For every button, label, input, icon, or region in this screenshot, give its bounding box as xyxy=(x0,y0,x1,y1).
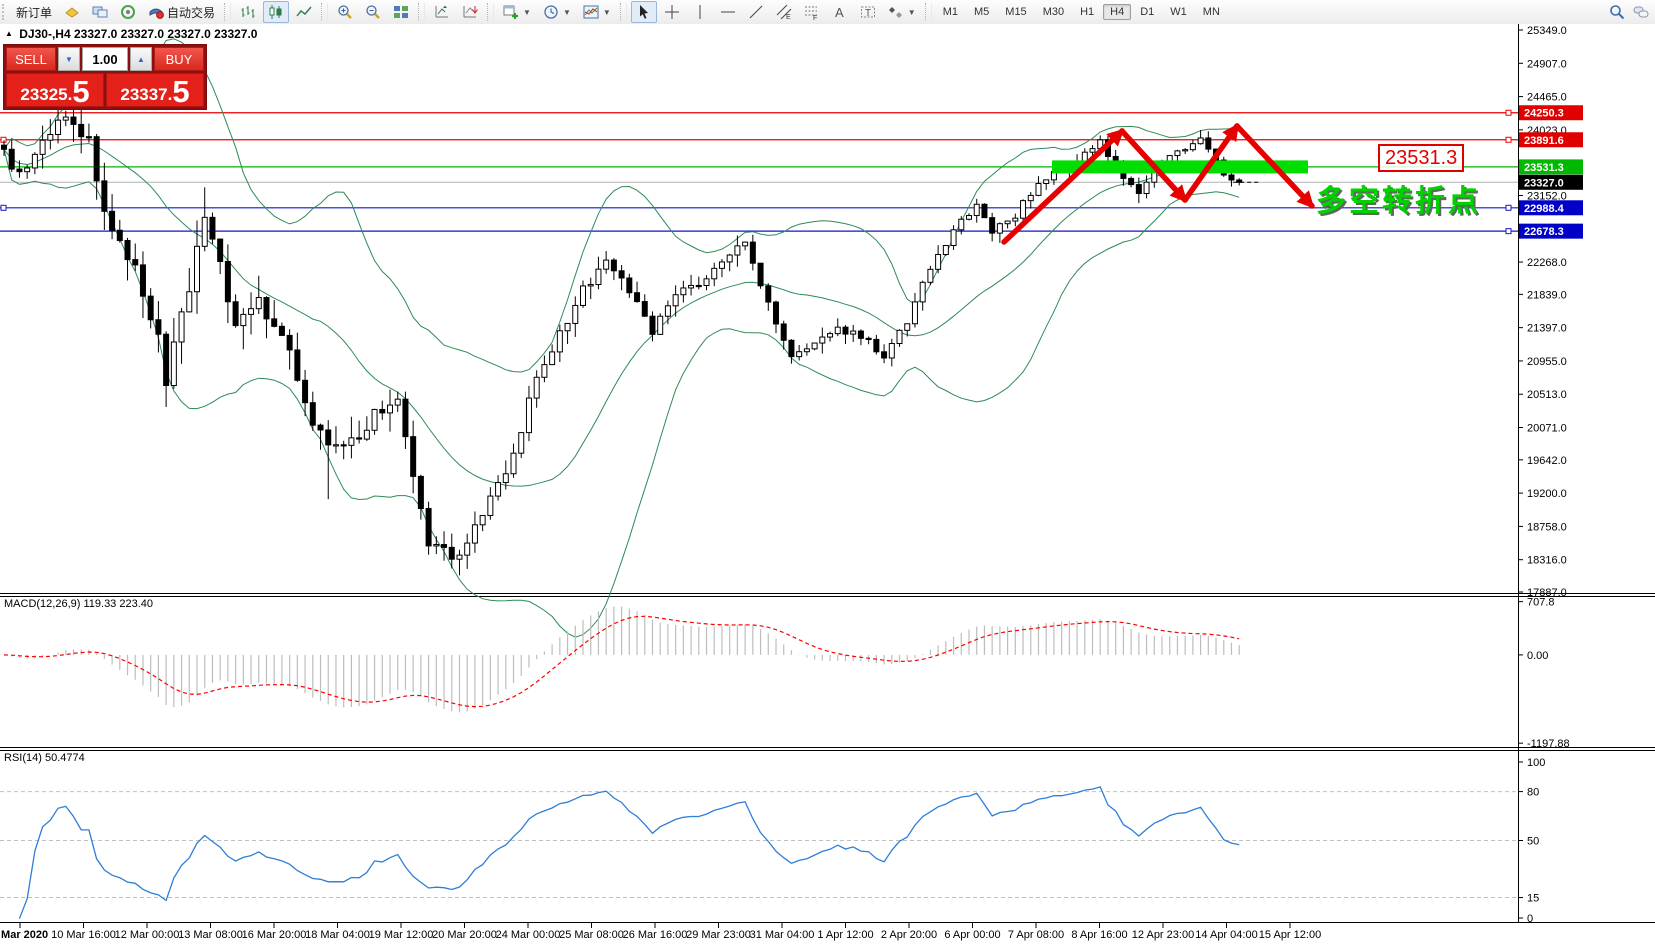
svg-text:50: 50 xyxy=(1527,836,1539,848)
sell-button[interactable]: SELL xyxy=(6,47,56,71)
sell-price-big: 5 xyxy=(72,79,89,105)
svg-text:19 Mar 12:00: 19 Mar 12:00 xyxy=(369,929,434,941)
chart-symbol-period: DJ30-,H4 xyxy=(19,27,70,41)
buy-price-main: 23337 xyxy=(120,86,167,103)
svg-text:14 Apr 04:00: 14 Apr 04:00 xyxy=(1195,929,1257,941)
chinese-annotation: 多空转折点 xyxy=(1316,176,1481,220)
svg-text:26 Mar 16:00: 26 Mar 16:00 xyxy=(623,929,688,941)
one-click-trading-panel: SELL ▼ 1.00 ▲ BUY 23325.5 23337.5 xyxy=(3,44,207,110)
svg-text:12 Mar 00:00: 12 Mar 00:00 xyxy=(115,929,180,941)
volume-increase-button[interactable]: ▲ xyxy=(130,47,152,71)
svg-text:23531.3: 23531.3 xyxy=(1524,162,1564,174)
svg-text:18 Mar 04:00: 18 Mar 04:00 xyxy=(305,929,370,941)
svg-text:20071.0: 20071.0 xyxy=(1527,423,1567,435)
svg-text:20955.0: 20955.0 xyxy=(1527,356,1567,368)
svg-text:100: 100 xyxy=(1527,757,1545,769)
svg-text:15 Apr 12:00: 15 Apr 12:00 xyxy=(1259,929,1321,941)
svg-text:8 Apr 16:00: 8 Apr 16:00 xyxy=(1071,929,1127,941)
sell-price-display[interactable]: 23325.5 xyxy=(6,73,104,107)
buy-price-big: 5 xyxy=(172,79,189,105)
line-anchor xyxy=(1506,229,1511,234)
svg-text:23327.0: 23327.0 xyxy=(1524,177,1564,189)
svg-text:13 Mar 08:00: 13 Mar 08:00 xyxy=(178,929,243,941)
svg-text:18316.0: 18316.0 xyxy=(1527,555,1567,567)
svg-text:80: 80 xyxy=(1527,787,1539,799)
svg-text:31 Mar 04:00: 31 Mar 04:00 xyxy=(750,929,815,941)
svg-text:10 Mar 16:00: 10 Mar 16:00 xyxy=(51,929,116,941)
svg-text:7 Apr 08:00: 7 Apr 08:00 xyxy=(1008,929,1064,941)
svg-text:24907.0: 24907.0 xyxy=(1527,58,1567,70)
line-anchor xyxy=(1506,205,1511,210)
line-anchor xyxy=(1506,110,1511,115)
price-annotation-box: 23531.3 xyxy=(1378,144,1464,172)
svg-text:19642.0: 19642.0 xyxy=(1527,455,1567,467)
svg-text:6 Apr 00:00: 6 Apr 00:00 xyxy=(944,929,1000,941)
svg-text:16 Mar 20:00: 16 Mar 20:00 xyxy=(242,929,307,941)
svg-text:29 Mar 23:00: 29 Mar 23:00 xyxy=(686,929,751,941)
svg-text:12 Apr 23:00: 12 Apr 23:00 xyxy=(1132,929,1194,941)
svg-text:707.8: 707.8 xyxy=(1527,597,1555,609)
svg-text:25349.0: 25349.0 xyxy=(1527,25,1567,37)
buy-button[interactable]: BUY xyxy=(154,47,204,71)
svg-text:25 Mar 08:00: 25 Mar 08:00 xyxy=(559,929,624,941)
svg-text:2 Apr 20:00: 2 Apr 20:00 xyxy=(881,929,937,941)
svg-text:20513.0: 20513.0 xyxy=(1527,389,1567,401)
buy-price-display[interactable]: 23337.5 xyxy=(106,73,204,107)
svg-text:20 Mar 20:00: 20 Mar 20:00 xyxy=(432,929,497,941)
svg-text:24 Mar 00:00: 24 Mar 00:00 xyxy=(496,929,561,941)
chart-plot[interactable]: 25349.024907.024465.024023.023152.022268… xyxy=(0,0,1655,944)
sell-price-main: 23325 xyxy=(20,86,67,103)
svg-text:22678.3: 22678.3 xyxy=(1524,226,1564,238)
svg-text:24250.3: 24250.3 xyxy=(1524,108,1564,120)
svg-text:21839.0: 21839.0 xyxy=(1527,289,1567,301)
rsi-indicator-label: RSI(14) 50.4774 xyxy=(4,752,85,764)
volume-input[interactable]: 1.00 xyxy=(82,47,128,71)
svg-text:21397.0: 21397.0 xyxy=(1527,323,1567,335)
line-anchor xyxy=(1506,137,1511,142)
svg-text:0.00: 0.00 xyxy=(1527,650,1548,662)
line-anchor xyxy=(1,205,6,210)
svg-text:9 Mar 2020: 9 Mar 2020 xyxy=(0,929,48,941)
svg-text:0: 0 xyxy=(1527,913,1533,925)
volume-decrease-button[interactable]: ▼ xyxy=(58,47,80,71)
svg-text:22268.0: 22268.0 xyxy=(1527,257,1567,269)
svg-text:19200.0: 19200.0 xyxy=(1527,488,1567,500)
chart-ohlc: 23327.0 23327.0 23327.0 23327.0 xyxy=(74,27,258,41)
svg-text:18758.0: 18758.0 xyxy=(1527,521,1567,533)
svg-text:23891.6: 23891.6 xyxy=(1524,135,1564,147)
svg-text:15: 15 xyxy=(1527,893,1539,905)
collapse-panel-icon[interactable]: ▲ xyxy=(5,29,13,38)
chart-title: ▲ DJ30-,H4 23327.0 23327.0 23327.0 23327… xyxy=(5,27,257,41)
svg-text:-1197.88: -1197.88 xyxy=(1527,738,1570,750)
svg-text:22988.4: 22988.4 xyxy=(1524,203,1565,215)
macd-indicator-label: MACD(12,26,9) 119.33 223.40 xyxy=(4,598,153,610)
svg-text:24465.0: 24465.0 xyxy=(1527,92,1567,104)
svg-text:1 Apr 12:00: 1 Apr 12:00 xyxy=(817,929,873,941)
